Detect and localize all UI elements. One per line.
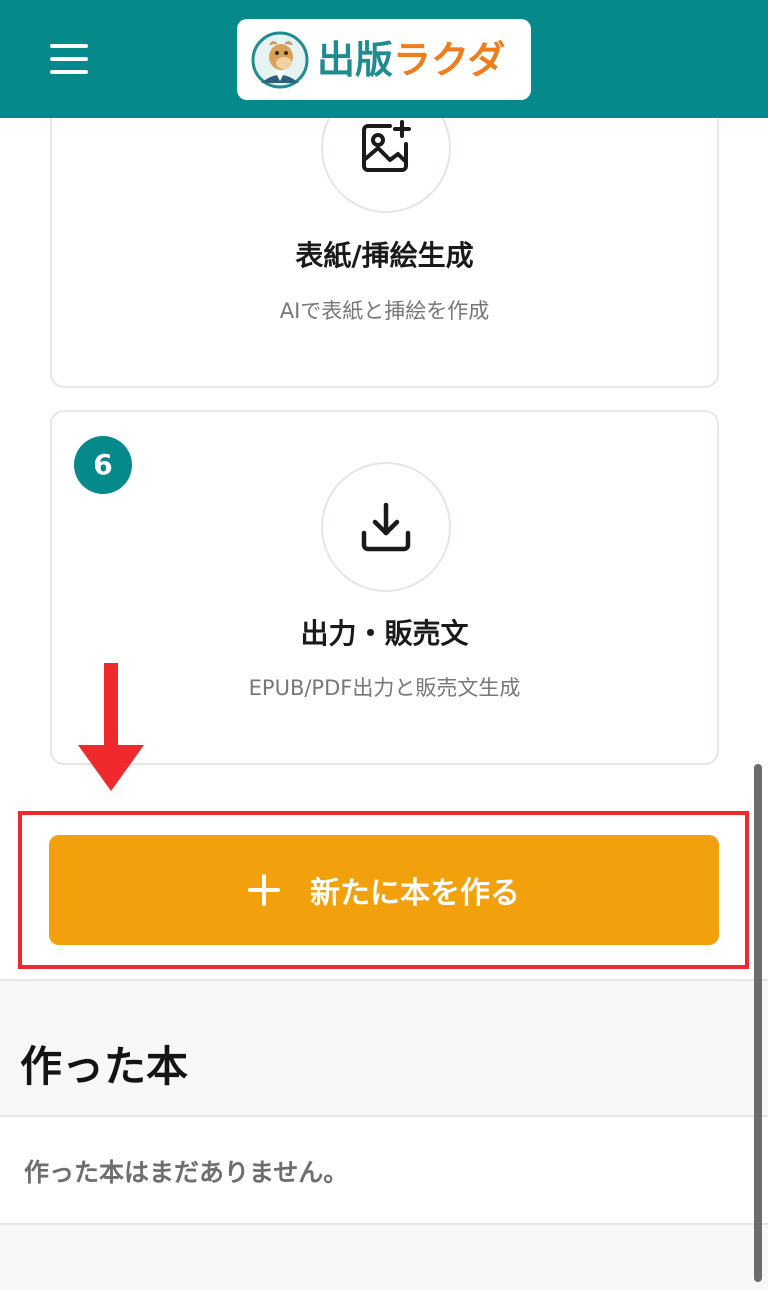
app-logo[interactable]: 出版ラクダ <box>237 19 531 100</box>
camel-mascot-icon <box>251 31 309 89</box>
app-header: 出版ラクダ <box>0 0 768 118</box>
image-plus-icon <box>362 120 411 172</box>
step-icon-circle <box>321 462 451 592</box>
create-button-label: 新たに本を作る <box>310 876 520 911</box>
hamburger-icon[interactable] <box>50 42 90 76</box>
step-card-output[interactable]: 6 出力・販売文 EPUB/PDF出力と販売文生成 <box>50 410 719 765</box>
step-title: 表紙/挿絵生成 <box>295 239 474 272</box>
empty-message: 作った本はまだありません。 <box>24 1158 349 1187</box>
create-new-book-button[interactable]: 新たに本を作る <box>49 835 719 945</box>
step-title: 出力・販売文 <box>300 617 469 650</box>
step-description: AIで表紙と挿絵を作成 <box>279 299 490 323</box>
annotation-arrow-down-icon <box>78 745 144 791</box>
made-books-title: 作った本 <box>20 1042 189 1091</box>
scrollbar-thumb[interactable] <box>754 764 762 1282</box>
step-number-badge: 6 <box>74 436 132 494</box>
made-books-section: 作った本 作った本はまだありません。 <box>0 979 768 1290</box>
download-icon <box>361 502 411 552</box>
made-books-empty-state: 作った本はまだありません。 <box>0 1115 768 1225</box>
logo-text: 出版ラクダ <box>317 38 506 82</box>
plus-icon <box>248 874 280 906</box>
annotation-arrow-shaft <box>104 663 118 749</box>
step-description: EPUB/PDF出力と販売文生成 <box>248 676 521 700</box>
